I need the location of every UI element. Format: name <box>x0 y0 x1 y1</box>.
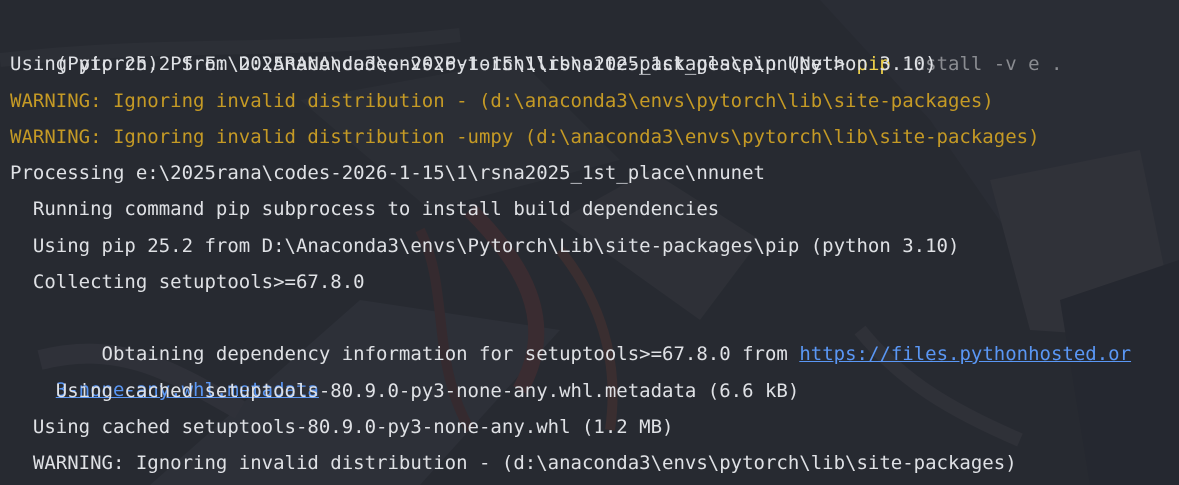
output-line: Using cached setuptools-80.9.0-py3-none-… <box>10 380 800 402</box>
output-line: Using pip 25.2 from D:\Anaconda3\envs\Py… <box>10 53 937 75</box>
output-line: Running command pip subprocess to instal… <box>10 198 720 220</box>
warning-line: WARNING: Ignoring invalid distribution -… <box>10 126 1040 148</box>
terminal-output[interactable]: ‾ ‾ ‾ ‾ (Pytorch) PS E:\2025RANA\codes-2… <box>0 0 1179 485</box>
warning-line: WARNING: Ignoring invalid distribution -… <box>10 90 994 112</box>
previous-output-fragment: ‾ ‾ ‾ ‾ <box>10 0 1051 8</box>
output-line: Collecting setuptools>=67.8.0 <box>10 271 365 293</box>
output-line: Processing e:\2025rana\codes-2026-1-15\1… <box>10 162 765 184</box>
output-link-continuation: 3-none-any.whl.metadata <box>10 336 319 401</box>
output-line: Using cached setuptools-80.9.0-py3-none-… <box>10 416 674 438</box>
terminal-prompt-line: (Pytorch) PS E:\2025RANA\codes-2026-1-15… <box>10 10 1063 75</box>
output-line-with-link: Obtaining dependency information for set… <box>10 300 1132 365</box>
output-line: WARNING: Ignoring invalid distribution -… <box>10 452 1017 474</box>
metadata-link-start[interactable]: https://files.pythonhosted.or <box>799 343 1131 365</box>
output-line: Using pip 25.2 from D:\Anaconda3\envs\Py… <box>10 235 960 257</box>
